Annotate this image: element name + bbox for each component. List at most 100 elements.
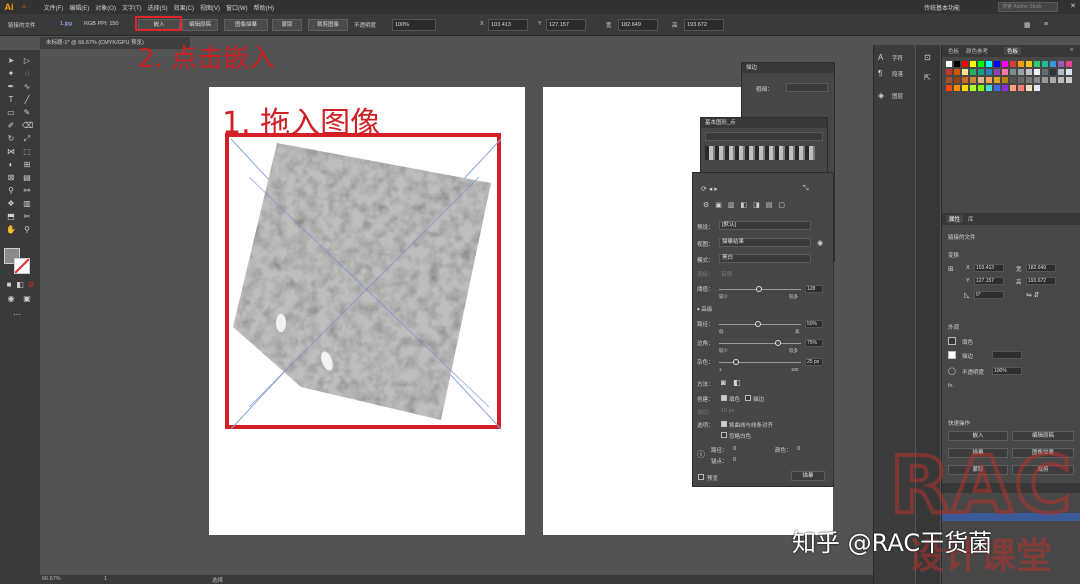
- color-swatch[interactable]: [1010, 77, 1016, 83]
- menu-edit[interactable]: 编辑(E): [69, 3, 89, 12]
- screen-mode-icon[interactable]: ▣: [22, 294, 32, 304]
- w-field[interactable]: 182.649: [1026, 264, 1056, 272]
- color-swatch[interactable]: [994, 77, 1000, 83]
- color-swatch[interactable]: [1034, 61, 1040, 67]
- artboard-tool-icon[interactable]: ⬒: [6, 212, 16, 222]
- noise-knob[interactable]: [733, 359, 739, 365]
- color-swatch[interactable]: [1066, 77, 1072, 83]
- color-swatch[interactable]: [1050, 77, 1056, 83]
- color-swatch[interactable]: [1050, 61, 1056, 67]
- color-swatch[interactable]: [986, 61, 992, 67]
- strokes-checkbox[interactable]: [745, 395, 751, 401]
- menu-effect[interactable]: 效果(C): [174, 3, 194, 12]
- export-icon[interactable]: ⇱: [924, 73, 931, 82]
- advanced-toggle[interactable]: ▾ 高级: [697, 305, 712, 313]
- color-swatch[interactable]: [1042, 77, 1048, 83]
- mode-dropdown[interactable]: 黑白: [719, 254, 811, 263]
- layers-panel-label[interactable]: 图层: [892, 92, 903, 100]
- brush-dots-preview[interactable]: [705, 146, 815, 160]
- trace-nav-icons[interactable]: ⟳ ◂ ▸: [701, 185, 718, 193]
- color-swatch[interactable]: [970, 85, 976, 91]
- character-panel-label[interactable]: 字符: [892, 54, 903, 62]
- color-swatch[interactable]: [1058, 77, 1064, 83]
- color-swatch[interactable]: [994, 69, 1000, 75]
- method-abutting-icon[interactable]: ◙: [721, 378, 726, 387]
- color-swatch[interactable]: [954, 77, 960, 83]
- color-swatch[interactable]: [954, 85, 960, 91]
- corners-knob[interactable]: [775, 340, 781, 346]
- eyedropper-icon[interactable]: ⚲: [6, 186, 16, 196]
- graph-tool-icon[interactable]: ▥: [22, 199, 32, 209]
- crop-image-button[interactable]: 裁剪图像: [308, 19, 348, 31]
- color-swatch[interactable]: [994, 85, 1000, 91]
- draw-mode-icon[interactable]: ◉: [6, 294, 16, 304]
- trace-preset-icons[interactable]: ⚙▣▥◧◨▤▢: [703, 201, 791, 209]
- page-number[interactable]: 1: [104, 576, 107, 582]
- free-transform-icon[interactable]: ⬚: [22, 147, 32, 157]
- color-swatch[interactable]: [1026, 85, 1032, 91]
- workspace-switcher[interactable]: 传统基本功能: [924, 3, 960, 12]
- paragraph-panel-label[interactable]: 段落: [892, 70, 903, 78]
- color-swatch[interactable]: [986, 69, 992, 75]
- lasso-tool-icon[interactable]: ◌: [22, 69, 32, 79]
- threshold-knob[interactable]: [756, 286, 762, 292]
- ignore-white-checkbox[interactable]: [721, 432, 727, 438]
- zoom-level[interactable]: 66.67%: [42, 576, 61, 582]
- color-swatch[interactable]: [978, 85, 984, 91]
- libraries-icon[interactable]: ⊡: [924, 53, 931, 62]
- hand-tool-icon[interactable]: ✋: [6, 225, 16, 235]
- menu-view[interactable]: 视图(V): [200, 3, 220, 12]
- stroke-panel-header[interactable]: 描边: [742, 63, 834, 73]
- zoom-tool-icon[interactable]: ⚲: [22, 225, 32, 235]
- type-tool-icon[interactable]: T: [6, 95, 16, 105]
- color-swatch[interactable]: [1066, 69, 1072, 75]
- tab-color-guide[interactable]: 颜色参考: [966, 47, 988, 55]
- color-swatch[interactable]: [962, 61, 968, 67]
- selection-tool-icon[interactable]: ➤: [6, 56, 16, 66]
- line-tool-icon[interactable]: ╱: [22, 95, 32, 105]
- mesh-tool-icon[interactable]: ⊠: [6, 173, 16, 183]
- noise-slider[interactable]: [719, 362, 801, 363]
- color-swatch[interactable]: [970, 61, 976, 67]
- rectangle-tool-icon[interactable]: ▭: [6, 108, 16, 118]
- image-trace-button[interactable]: 图像描摹: [224, 19, 268, 31]
- height-input[interactable]: 193.672: [684, 19, 724, 31]
- opacity-field-rp[interactable]: 100%: [992, 367, 1022, 375]
- color-swatch[interactable]: [1018, 61, 1024, 67]
- color-swatch[interactable]: [962, 77, 968, 83]
- color-swatch[interactable]: [954, 61, 960, 67]
- y-field[interactable]: 127.157: [974, 277, 1004, 285]
- color-swatch[interactable]: [986, 77, 992, 83]
- rotate-tool-icon[interactable]: ↻: [6, 134, 16, 144]
- shaper-tool-icon[interactable]: ✐: [6, 121, 16, 131]
- color-swatch[interactable]: [978, 61, 984, 67]
- flip-icons[interactable]: ⇋ ⇵: [1026, 291, 1040, 299]
- fills-checkbox[interactable]: [721, 395, 727, 401]
- preset-dropdown[interactable]: [默认]: [719, 221, 811, 230]
- pen-tool-icon[interactable]: ✒: [6, 82, 16, 92]
- width-tool-icon[interactable]: ⋈: [6, 147, 16, 157]
- gradient-mode-icon[interactable]: ◧: [15, 280, 25, 290]
- stroke-weight-field[interactable]: [992, 351, 1022, 359]
- fill-swatch-rp[interactable]: [948, 337, 956, 345]
- corners-slider[interactable]: [719, 343, 801, 344]
- shape-builder-icon[interactable]: ◐: [6, 160, 16, 170]
- color-swatch[interactable]: [946, 69, 952, 75]
- menu-select[interactable]: 选择(S): [148, 3, 168, 12]
- menu-window[interactable]: 窗口(W): [226, 3, 248, 12]
- curvature-tool-icon[interactable]: ∿: [22, 82, 32, 92]
- menu-object[interactable]: 对象(O): [95, 3, 116, 12]
- linked-filename[interactable]: 1.jpg: [60, 21, 72, 27]
- color-swatch[interactable]: [978, 69, 984, 75]
- color-swatch[interactable]: [1010, 69, 1016, 75]
- edit-toolbar-icon[interactable]: ⋯: [12, 310, 22, 320]
- paragraph-icon[interactable]: ¶: [878, 69, 882, 78]
- perspective-grid-icon[interactable]: ⊞: [22, 160, 32, 170]
- panel-menu-icon[interactable]: ≡: [1044, 21, 1048, 28]
- placed-image-frame[interactable]: [225, 133, 502, 430]
- gradient-tool-icon[interactable]: ▤: [22, 173, 32, 183]
- color-swatch[interactable]: [1002, 61, 1008, 67]
- mask-button[interactable]: 蒙版: [272, 19, 302, 31]
- fx-icon[interactable]: fx.: [948, 383, 954, 389]
- stroke-swatch-rp[interactable]: [948, 351, 956, 359]
